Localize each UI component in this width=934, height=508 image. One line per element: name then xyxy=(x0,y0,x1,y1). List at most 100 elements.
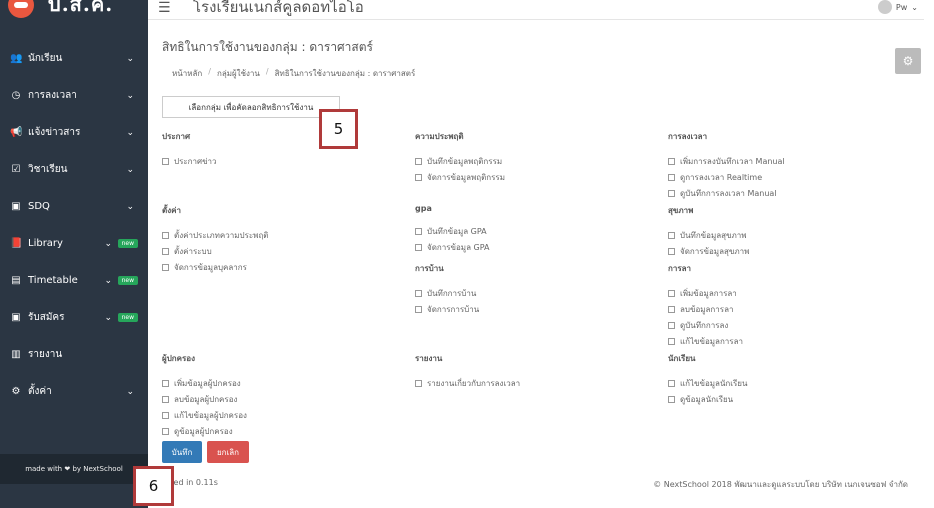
checkbox-label: ดูข้อมูลนักเรียน xyxy=(680,394,734,404)
permission-checkbox[interactable]: บันทึกข้อมูลสุขภาพ xyxy=(668,227,749,243)
permission-checkbox[interactable]: จัดการข้อมูลพฤติกรรม xyxy=(415,169,505,185)
save-button[interactable]: บันทึก xyxy=(162,441,202,463)
settings-gear-button[interactable]: ⚙ xyxy=(895,48,921,74)
checkbox-label: ดูบันทึกการลงเวลา Manual xyxy=(680,188,777,198)
permission-checkbox[interactable]: รายงานเกี่ยวกับการลงเวลา xyxy=(415,375,520,391)
checkbox-label: แก้ไขข้อมูลผู้ปกครอง xyxy=(174,410,247,420)
right-margin xyxy=(924,0,934,508)
chevron-down-icon: ⌄ xyxy=(911,2,918,12)
chevron-down-icon: ⌄ xyxy=(104,275,112,286)
breadcrumb-home[interactable]: หน้าหลัก xyxy=(172,67,202,80)
hamburger-icon[interactable]: ☰ xyxy=(158,0,171,16)
section-title: การลงเวลา xyxy=(668,132,708,141)
page-footer: ecuted in 0.11s © NextSchool 2018 พัฒนาแ… xyxy=(148,466,924,500)
avatar xyxy=(877,0,892,14)
section-leave: การลา เพิ่มข้อมูลการลา ลบข้อมูลการลา ดูบ… xyxy=(668,262,743,349)
checkbox-label: ประกาศข่าว xyxy=(174,156,217,166)
breadcrumb-separator: / xyxy=(265,67,269,76)
permission-checkbox[interactable]: แก้ไขข้อมูลผู้ปกครอง xyxy=(162,407,247,423)
section-students: นักเรียน แก้ไขข้อมูลนักเรียน ดูข้อมูลนัก… xyxy=(668,352,747,407)
checkbox-label: บันทึกการบ้าน xyxy=(427,288,477,298)
permission-checkbox[interactable]: ดูการลงเวลา Realtime xyxy=(668,169,785,185)
checkbox-label: เพิ่มข้อมูลผู้ปกครอง xyxy=(174,378,241,388)
megaphone-icon: 📢 xyxy=(10,127,23,138)
sidebar-item-library[interactable]: 📕 Library ⌄ new xyxy=(0,225,148,262)
permission-checkbox[interactable]: เพิ่มการลงบันทึกเวลา Manual xyxy=(668,153,785,169)
section-title: การบ้าน xyxy=(415,264,444,273)
permission-checkbox[interactable]: จัดการข้อมูลสุขภาพ xyxy=(668,243,749,259)
sidebar-item-sdq[interactable]: ▣ SDQ ⌄ xyxy=(0,188,148,225)
sidebar-item-attendance[interactable]: ◷ การลงเวลา ⌄ xyxy=(0,77,148,114)
permission-checkbox[interactable]: จัดการข้อมูลบุคลากร xyxy=(162,259,269,275)
permission-checkbox[interactable]: ดูข้อมูลนักเรียน xyxy=(668,391,747,407)
page-title: สิทธิในการใช้งานของกลุ่ม : ดาราศาสตร์ xyxy=(162,40,373,54)
breadcrumb-current: สิทธิในการใช้งานของกลุ่ม : ดาราศาสตร์ xyxy=(274,69,416,78)
sidebar-item-label: วิชาเรียน xyxy=(28,164,68,175)
sidebar-item-timetable[interactable]: ▤ Timetable ⌄ new xyxy=(0,262,148,299)
brand-title: บ.ส.ค. xyxy=(48,0,114,16)
chevron-down-icon: ⌄ xyxy=(104,238,112,249)
breadcrumb-groups[interactable]: กลุ่มผู้ใช้งาน xyxy=(217,67,260,80)
annotation-marker-5: 5 xyxy=(319,109,358,149)
checkbox-label: แก้ไขข้อมูลการลา xyxy=(680,336,743,346)
checkbox-label: ตั้งค่าประเภทความประพฤติ xyxy=(174,230,269,240)
permission-checkbox[interactable]: ดูข้อมูลผู้ปกครอง xyxy=(162,423,247,439)
sidebar-item-label: นักเรียน xyxy=(28,53,63,64)
sidebar-item-settings[interactable]: ⚙ ตั้งค่า ⌄ xyxy=(0,373,148,410)
school-name: โรงเรียนเนกส์คูลดอทไอโอ xyxy=(193,0,364,16)
copy-permissions-button[interactable]: เลือกกลุ่ม เพื่อคัดลอกสิทธิการใช้งาน xyxy=(162,96,340,118)
cancel-button[interactable]: ยกเลิก xyxy=(207,441,249,463)
topbar: ☰ โรงเรียนเนกส์คูลดอทไอโอ Pw ⌄ xyxy=(148,0,934,20)
section-title: การลา xyxy=(668,264,692,273)
new-badge: new xyxy=(117,276,138,285)
checkbox-label: ตั้งค่าระบบ xyxy=(174,246,212,256)
user-name: Pw xyxy=(895,2,908,12)
permission-checkbox[interactable]: ลบข้อมูลผู้ปกครอง xyxy=(162,391,247,407)
permission-checkbox[interactable]: ดูบันทึกการลง xyxy=(668,317,743,333)
permission-checkbox[interactable]: ประกาศข่าว xyxy=(162,153,217,169)
sidebar-item-label: รายงาน xyxy=(28,349,63,360)
new-badge: new xyxy=(117,313,138,322)
sidebar-item-reports[interactable]: ▥ รายงาน xyxy=(0,336,148,373)
sidebar-item-news[interactable]: 📢 แจ้งข่าวสาร ⌄ xyxy=(0,114,148,151)
section-homework: การบ้าน บันทึกการบ้าน จัดการการบ้าน xyxy=(415,262,479,317)
checkbox-label: จัดการข้อมูลสุขภาพ xyxy=(680,246,750,256)
section-title: gpa xyxy=(415,204,432,213)
section-title: ความประพฤติ xyxy=(415,132,464,141)
permission-checkbox[interactable]: บันทึกการบ้าน xyxy=(415,285,479,301)
permission-checkbox[interactable]: บันทึกข้อมูลพฤติกรรม xyxy=(415,153,505,169)
sidebar-item-students[interactable]: 👥 นักเรียน ⌄ xyxy=(0,40,148,77)
chevron-down-icon: ⌄ xyxy=(126,53,134,64)
user-menu[interactable]: Pw ⌄ xyxy=(877,0,918,14)
breadcrumb: หน้าหลัก / กลุ่มผู้ใช้งาน / สิทธิในการใช… xyxy=(172,67,415,80)
permission-checkbox[interactable]: บันทึกข้อมูล GPA xyxy=(415,223,490,239)
checkbox-label: จัดการข้อมูล GPA xyxy=(427,242,490,252)
users-icon: 👥 xyxy=(10,53,23,64)
sidebar-item-label: SDQ xyxy=(28,201,50,212)
section-title: สุขภาพ xyxy=(668,206,694,215)
section-title: ประกาศ xyxy=(162,132,191,141)
permission-checkbox[interactable]: ดูบันทึกการลงเวลา Manual xyxy=(668,185,785,201)
cogs-icon: ⚙ xyxy=(11,386,21,397)
sidebar-item-label: การลงเวลา xyxy=(28,90,77,101)
permission-checkbox[interactable]: จัดการข้อมูล GPA xyxy=(415,239,490,255)
permission-checkbox[interactable]: เพิ่มข้อมูลผู้ปกครอง xyxy=(162,375,247,391)
permission-checkbox[interactable]: แก้ไขข้อมูลนักเรียน xyxy=(668,375,747,391)
section-health: สุขภาพ บันทึกข้อมูลสุขภาพ จัดการข้อมูลสุ… xyxy=(668,204,749,259)
section-parents: ผู้ปกครอง เพิ่มข้อมูลผู้ปกครอง ลบข้อมูลผ… xyxy=(162,352,247,439)
section-reports: รายงาน รายงานเกี่ยวกับการลงเวลา xyxy=(415,352,520,391)
checkbox-label: จัดการการบ้าน xyxy=(427,304,480,314)
bar-chart-icon: ▥ xyxy=(11,349,21,360)
sidebar-item-admission[interactable]: ▣ รับสมัคร ⌄ new xyxy=(0,299,148,336)
checkbox-label: ดูข้อมูลผู้ปกครอง xyxy=(174,426,233,436)
sidebar-item-subjects[interactable]: ☑ วิชาเรียน ⌄ xyxy=(0,151,148,188)
permission-checkbox[interactable]: ลบข้อมูลการลา xyxy=(668,301,743,317)
permission-checkbox[interactable]: จัดการการบ้าน xyxy=(415,301,479,317)
section-title: ตั้งค่า xyxy=(162,206,181,215)
permission-checkbox[interactable]: เพิ่มข้อมูลการลา xyxy=(668,285,743,301)
permission-checkbox[interactable]: ตั้งค่าประเภทความประพฤติ xyxy=(162,227,269,243)
sidebar-item-label: Library xyxy=(28,238,63,249)
breadcrumb-separator: / xyxy=(208,67,211,76)
permission-checkbox[interactable]: แก้ไขข้อมูลการลา xyxy=(668,333,743,349)
permission-checkbox[interactable]: ตั้งค่าระบบ xyxy=(162,243,269,259)
